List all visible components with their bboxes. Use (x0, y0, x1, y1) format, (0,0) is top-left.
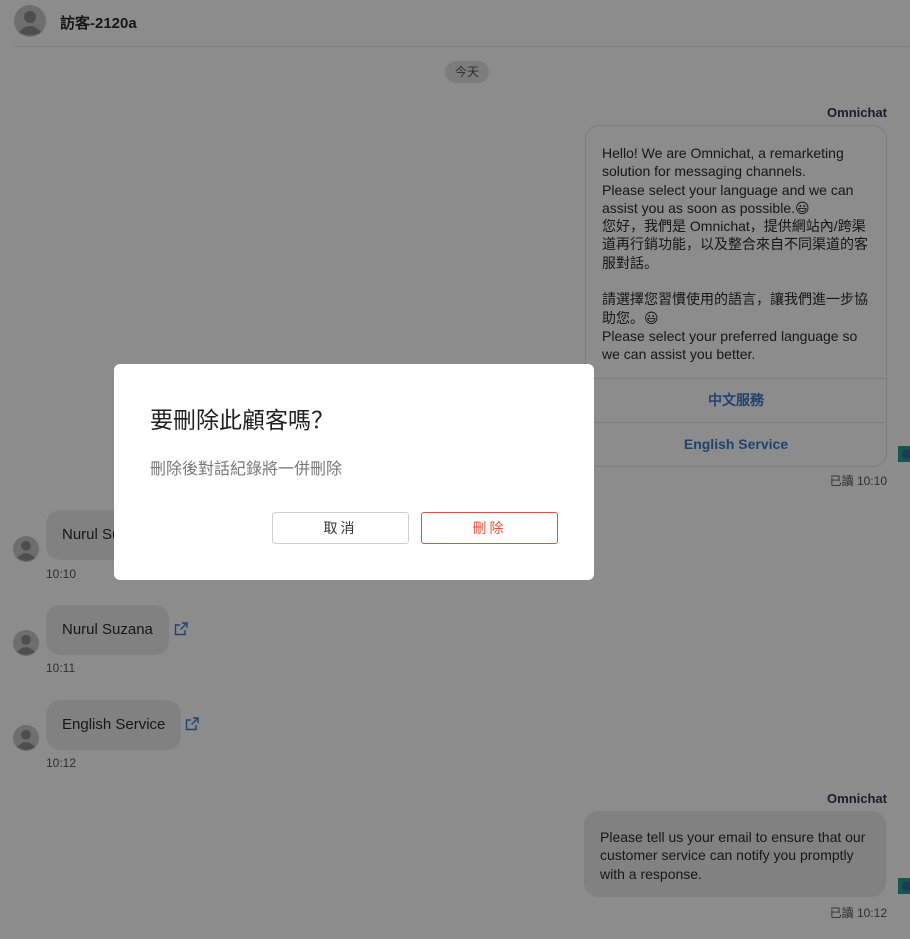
dialog-title: 要刪除此顧客嗎？ (150, 407, 334, 433)
dialog-message: 刪除後對話紀錄將一併刪除 (150, 461, 343, 478)
delete-customer-dialog: 要刪除此顧客嗎？ 刪除後對話紀錄將一併刪除 取消 刪除 (114, 364, 594, 580)
cancel-button[interactable]: 取消 (272, 512, 409, 544)
delete-button[interactable]: 刪除 (421, 512, 558, 544)
